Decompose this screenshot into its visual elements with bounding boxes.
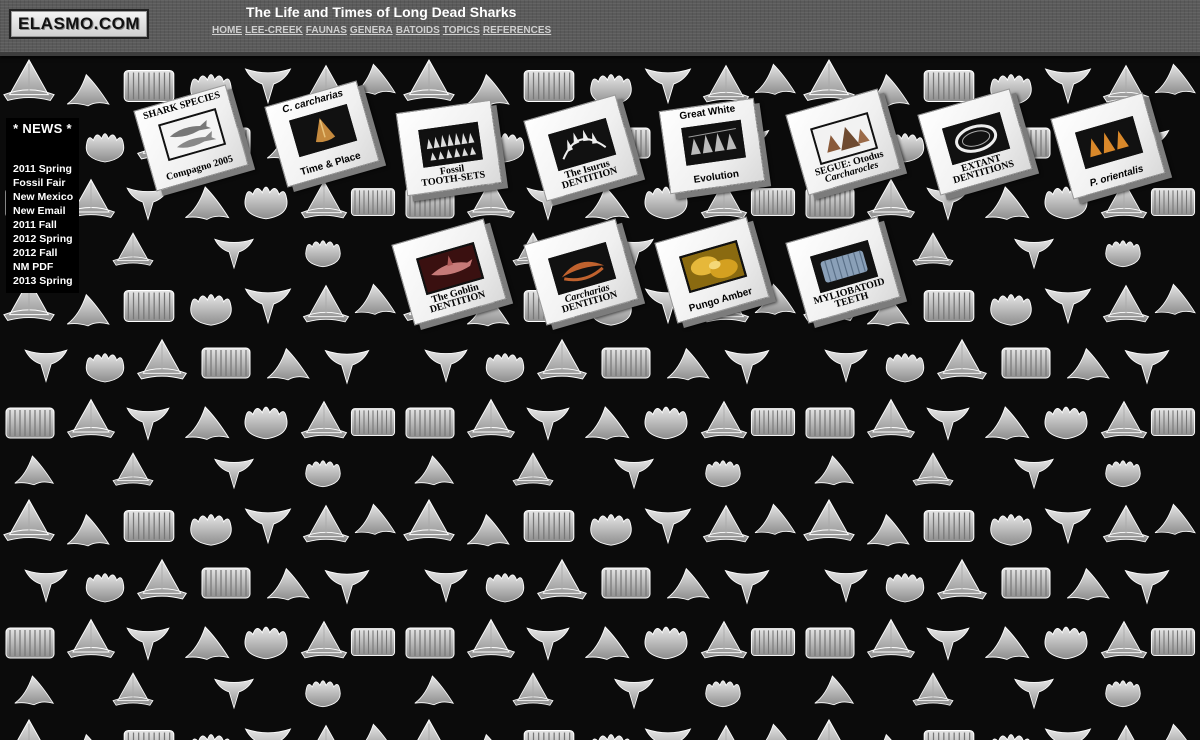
great-white-tooth-icon (289, 104, 358, 158)
shark-species-icon (158, 108, 227, 162)
evolution-teeth-icon (681, 119, 746, 166)
news-item-2011-spring[interactable]: 2011 Spring (13, 162, 79, 176)
nav-link-genera[interactable]: GENERA (350, 25, 393, 36)
page-title: The Life and Times of Long Dead Sharks (246, 4, 517, 20)
news-item-fossil-fair[interactable]: Fossil Fair (13, 176, 79, 190)
orientalis-teeth-icon (1075, 116, 1144, 170)
news-list: 2011 Spring Fossil Fair New Mexico New E… (13, 162, 79, 288)
news-panel: * NEWS * 2011 Spring Fossil Fair New Mex… (6, 118, 79, 293)
news-item-2011-fall[interactable]: 2011 Fall (13, 218, 79, 232)
tile-great-white-evolution[interactable]: Great White Evolution (658, 97, 766, 195)
nav-link-home[interactable]: HOME (212, 25, 242, 36)
news-item-2012-fall[interactable]: 2012 Fall (13, 246, 79, 260)
site-logo[interactable]: ELASMO.COM (9, 9, 149, 39)
news-heading: * NEWS * (13, 121, 72, 136)
news-item-nm-pdf[interactable]: NM PDF (13, 260, 79, 274)
top-navigation: HOME LEE-CREEK FAUNAS GENERA BATOIDS TOPICS RE… (212, 25, 554, 36)
site-header: ELASMO.COM The Life and Times of Long De… (0, 0, 1200, 56)
news-item-new-email[interactable]: New Email (13, 204, 79, 218)
nav-link-topics[interactable]: TOPICS (443, 25, 480, 36)
news-item-2012-spring[interactable]: 2012 Spring (13, 232, 79, 246)
nav-link-faunas[interactable]: FAUNAS (306, 25, 347, 36)
news-item-2013-spring[interactable]: 2013 Spring (13, 274, 79, 288)
tooth-set-icon (418, 121, 483, 168)
news-item-new-mexico[interactable]: New Mexico (13, 190, 79, 204)
tile-fossil-tooth-sets[interactable]: Fossil TOOTH-SETS (395, 99, 503, 197)
nav-link-references[interactable]: REFERENCES (483, 25, 551, 36)
nav-link-batoids[interactable]: BATOIDS (396, 25, 440, 36)
amber-icon (679, 240, 748, 294)
nav-link-lee-creek[interactable]: LEE-CREEK (245, 25, 303, 36)
